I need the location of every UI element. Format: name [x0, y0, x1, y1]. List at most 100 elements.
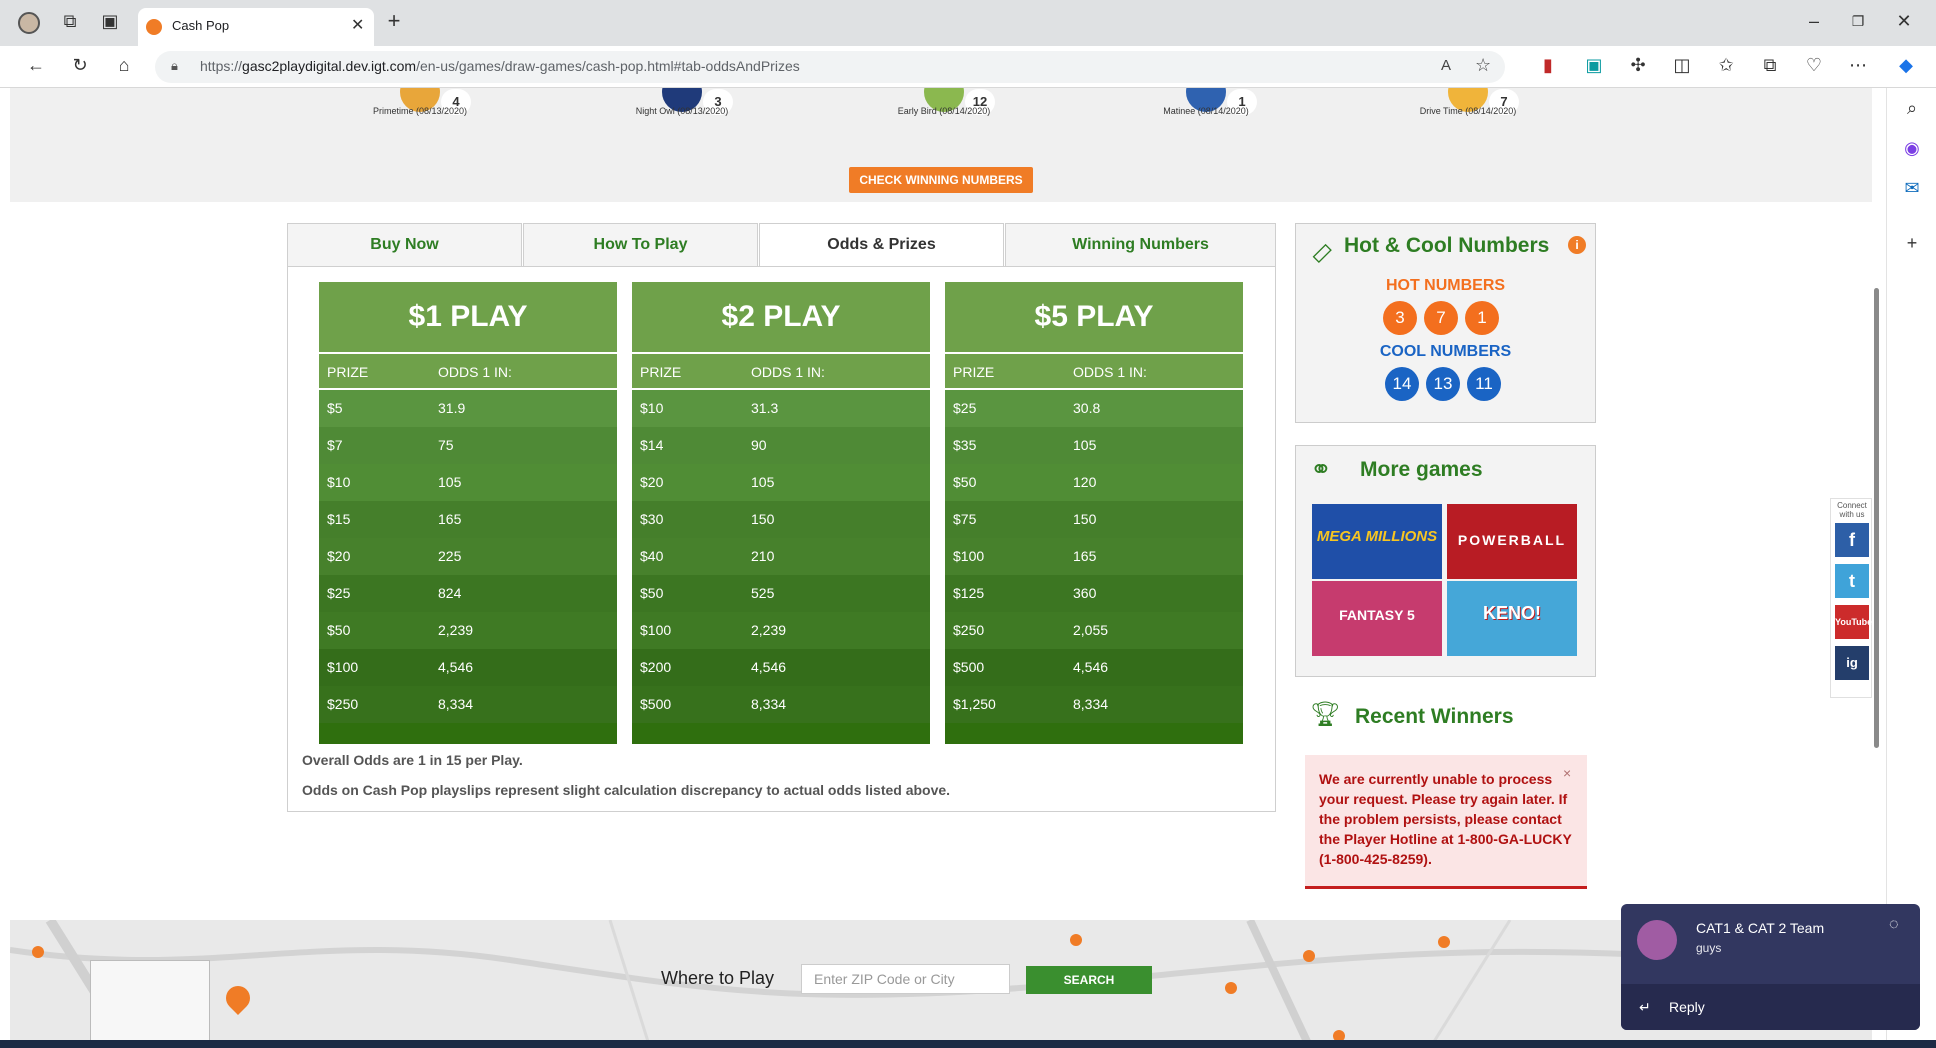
teams-notification[interactable]: CAT1 & CAT 2 Team guys ◌ ↵ Reply	[1621, 904, 1920, 1030]
table-row: $25 30.8	[945, 390, 1243, 427]
tab-winning-numbers[interactable]: Winning Numbers	[1005, 223, 1276, 267]
prize-cell: $500	[640, 696, 672, 712]
new-tab-icon[interactable]: +	[382, 10, 406, 35]
tab-title: Cash Pop	[172, 18, 230, 33]
table-row: $40 210	[632, 538, 930, 575]
sidebar-add-icon[interactable]: +	[1900, 233, 1924, 257]
extension-teal-icon[interactable]: ▣	[1582, 55, 1606, 79]
extension-red-icon[interactable]: ▮	[1536, 55, 1560, 79]
table-row: $125 360	[945, 575, 1243, 612]
prize-cell: $25	[953, 400, 977, 416]
table-row: $5 31.9	[319, 390, 617, 427]
keno-tile[interactable]: KENO!	[1447, 581, 1577, 656]
twitter-icon[interactable]: t	[1835, 564, 1869, 598]
sidebar-office-icon[interactable]: ◉	[1900, 138, 1924, 162]
browser-tab-cash-pop[interactable]: Cash Pop ✕	[138, 8, 374, 46]
close-window-icon[interactable]: ✕	[1892, 11, 1916, 35]
prize-cell: $50	[327, 622, 351, 638]
draw-label: Early Bird (08/14/2020)	[897, 106, 991, 116]
back-icon[interactable]: ←	[24, 55, 48, 79]
card-column-headers: PRIZE ODDS 1 IN:	[319, 352, 617, 390]
table-row: $75 150	[945, 501, 1243, 538]
tab-buy-now[interactable]: Buy Now	[287, 223, 522, 267]
browser-essentials-icon[interactable]: ♡	[1802, 55, 1826, 79]
odds-cell: 120	[1073, 474, 1097, 490]
refresh-icon[interactable]: ↻	[68, 55, 92, 79]
odds-cell: 31.3	[751, 400, 779, 416]
tab-how-to-play[interactable]: How To Play	[523, 223, 758, 267]
draw-label: Drive Time (08/14/2020)	[1419, 106, 1517, 116]
cool-number-ball: 11	[1467, 367, 1501, 401]
minimize-icon[interactable]: –	[1802, 11, 1826, 35]
store-marker-icon	[1303, 950, 1315, 962]
store-illustration	[90, 960, 210, 1048]
close-tab-icon[interactable]: ✕	[351, 15, 364, 35]
chat-icon[interactable]: ◌	[1889, 916, 1899, 934]
fantasy-5-tile[interactable]: FANTASY 5	[1312, 581, 1442, 656]
mega-millions-tile[interactable]: MEGA MILLIONS	[1312, 504, 1442, 579]
check-winning-numbers-button[interactable]: CHECK WINNING NUMBERS	[849, 167, 1033, 193]
prize-cell: $50	[953, 474, 977, 490]
table-row: $100 4,546	[319, 649, 617, 686]
table-row: $10 31.3	[632, 390, 930, 427]
taskbar	[0, 1040, 1936, 1048]
facebook-icon[interactable]: f	[1835, 523, 1869, 557]
odds-cell: 31.9	[438, 400, 466, 416]
avatar	[1637, 920, 1677, 960]
table-row: $1,250 8,334	[945, 686, 1243, 723]
search-button[interactable]: SEARCH	[1026, 966, 1152, 994]
copilot-icon[interactable]: ◆	[1894, 55, 1918, 79]
prize-header: PRIZE	[327, 364, 369, 380]
draw-label: Primetime (08/13/2020)	[372, 106, 468, 116]
browser-tab-bar: ⧉ ▣ Cash Pop ✕ + – ❐ ✕	[0, 0, 1936, 46]
odds-cell: 75	[438, 437, 454, 453]
store-marker-icon	[1225, 982, 1237, 994]
draw-label: Night Owl (08/13/2020)	[635, 106, 729, 116]
table-row: $15 165	[319, 501, 617, 538]
tab-odds-and-prizes[interactable]: Odds & Prizes	[759, 223, 1004, 268]
url-text[interactable]: https://gasc2playdigital.dev.igt.com/en-…	[200, 58, 800, 74]
error-alert: We are currently unable to process your …	[1305, 755, 1587, 889]
odds-header: ODDS 1 IN:	[1073, 364, 1147, 380]
where-to-play-map: Where to Play Enter ZIP Code or City SEA…	[10, 920, 1872, 1048]
page-scrollbar[interactable]	[1874, 288, 1879, 748]
collections-icon[interactable]: ⧉	[1758, 55, 1782, 79]
error-message: We are currently unable to process your …	[1319, 771, 1572, 867]
cash-pop-favicon	[146, 19, 162, 35]
home-icon[interactable]: ⌂	[112, 55, 136, 79]
lock-icon: 🔒︎	[171, 58, 178, 73]
prize-cell: $1,250	[953, 696, 996, 712]
reply-button[interactable]: ↵ Reply	[1621, 984, 1920, 1030]
workspaces-icon[interactable]: ⧉	[58, 11, 82, 35]
address-bar-row: ← ↻ ⌂ 🔒︎ A ☆ https://gasc2playdigital.de…	[0, 46, 1936, 88]
odds-cell: 30.8	[1073, 400, 1101, 416]
instagram-icon[interactable]: ig	[1835, 646, 1869, 680]
odds-cell: 4,546	[438, 659, 474, 675]
store-marker-icon	[32, 946, 44, 958]
split-screen-icon[interactable]: ◫	[1670, 55, 1694, 79]
read-aloud-icon[interactable]: A	[1441, 57, 1451, 74]
powerball-tile[interactable]: POWERBALL	[1447, 504, 1577, 579]
sidebar-search-icon[interactable]: ⌕	[1900, 98, 1924, 122]
sidebar-outlook-icon[interactable]: ✉	[1900, 178, 1924, 202]
store-marker-icon	[1070, 934, 1082, 946]
close-alert-icon[interactable]: ×	[1563, 765, 1571, 781]
favorite-star-icon[interactable]: ☆	[1475, 55, 1491, 76]
draw-label: Matinee (08/14/2020)	[1163, 106, 1249, 116]
table-row: $500 8,334	[632, 686, 930, 723]
cool-number-ball: 14	[1385, 367, 1419, 401]
tab-actions-icon[interactable]: ▣	[98, 11, 122, 35]
profile-avatar[interactable]	[18, 12, 40, 34]
zip-code-input[interactable]: Enter ZIP Code or City	[801, 964, 1010, 994]
restore-icon[interactable]: ❐	[1846, 11, 1870, 35]
youtube-icon[interactable]: YouTube	[1835, 605, 1872, 639]
favorites-icon[interactable]: ✩	[1714, 55, 1738, 79]
table-row: $10 105	[319, 464, 617, 501]
draw-item-drive-time: 7 Drive Time (08/14/2020)	[1368, 88, 1568, 128]
store-marker-icon	[1438, 936, 1450, 948]
extensions-icon[interactable]: ✣	[1626, 55, 1650, 79]
more-menu-icon[interactable]: ⋯	[1846, 55, 1870, 79]
info-icon[interactable]: i	[1568, 236, 1586, 254]
table-row: $35 105	[945, 427, 1243, 464]
trophy-icon: 🏆︎	[1310, 701, 1341, 728]
